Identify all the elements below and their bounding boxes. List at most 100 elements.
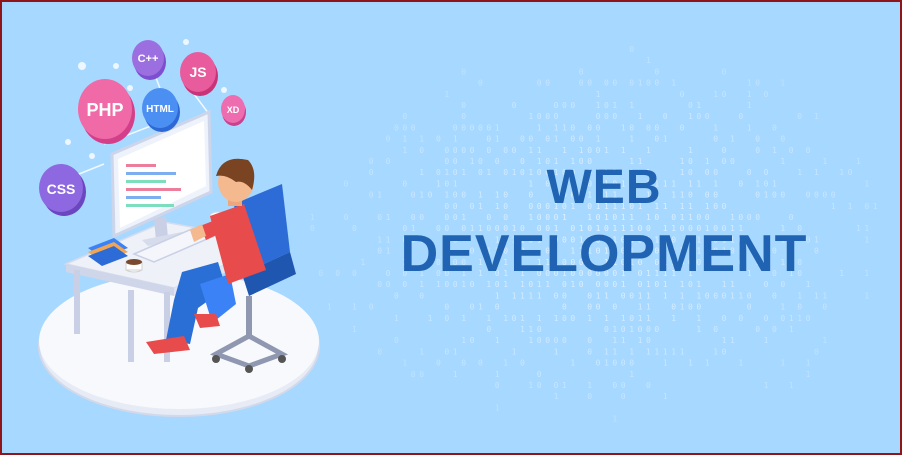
binary-digit: 1 xyxy=(797,291,802,300)
binary-digit: 1 xyxy=(638,314,643,323)
binary-digit: 1 xyxy=(596,101,601,110)
binary-digit: 1 xyxy=(562,146,567,155)
binary-digit: 1 xyxy=(612,347,617,356)
binary-digit: 0 xyxy=(646,325,651,334)
binary-digit: 1 xyxy=(713,123,718,132)
binary-digit: 0 xyxy=(772,291,777,300)
binary-digit: 1 xyxy=(696,314,701,323)
binary-digit: 0 xyxy=(545,336,550,345)
banner-canvas: 0100000000000010011011101010000001011011… xyxy=(4,4,900,453)
binary-digit: 1 xyxy=(528,291,533,300)
binary-digit: 1 xyxy=(495,291,500,300)
xd-badge-label: XD xyxy=(227,105,240,115)
binary-digit: 1 xyxy=(696,291,701,300)
binary-digit: 0 xyxy=(646,336,651,345)
binary-digit: 1 xyxy=(663,291,668,300)
binary-digit: 1 xyxy=(537,146,542,155)
binary-digit: 1 xyxy=(629,370,634,379)
binary-digit: 1 xyxy=(537,291,542,300)
binary-digit: 0 xyxy=(470,303,475,312)
binary-digit: 1 xyxy=(621,123,626,132)
binary-digit: 0 xyxy=(621,325,626,334)
binary-digit: 0 xyxy=(486,123,491,132)
binary-digit: 0 xyxy=(461,112,466,121)
banner-title-line2: DEVELOPMENT xyxy=(400,225,808,283)
binary-digit: 0 xyxy=(621,381,626,390)
binary-digit: 1 xyxy=(730,135,735,144)
binary-digit: 1 xyxy=(419,135,424,144)
binary-digit: 0 xyxy=(596,359,601,368)
binary-digit: 1 xyxy=(671,79,676,88)
binary-digit: 1 xyxy=(772,146,777,155)
binary-digit: 0 xyxy=(604,79,609,88)
binary-digit: 0 xyxy=(562,336,567,345)
binary-digit: 0 xyxy=(394,123,399,132)
binary-digit: 1 xyxy=(612,336,617,345)
binary-digit: 0 xyxy=(654,325,659,334)
binary-digit: 1 xyxy=(730,336,735,345)
binary-digit: 1 xyxy=(562,123,567,132)
binary-digit: 1 xyxy=(856,157,861,166)
binary-digit: 0 xyxy=(545,112,550,121)
binary-digit: 0 xyxy=(604,112,609,121)
binary-digit: 1 xyxy=(738,291,743,300)
binary-digit: 1 xyxy=(604,359,609,368)
binary-digit: 0 xyxy=(587,303,592,312)
binary-digit: 0 xyxy=(537,370,542,379)
binary-digit: 0 xyxy=(629,359,634,368)
binary-digit: 1 xyxy=(596,135,601,144)
binary-digit: 0 xyxy=(461,146,466,155)
binary-digit: 0 xyxy=(680,90,685,99)
binary-digit: 1 xyxy=(554,392,559,401)
binary-digit: 1 xyxy=(747,123,752,132)
binary-digit: 0 xyxy=(587,392,592,401)
binary-digit: 0 xyxy=(621,291,626,300)
binary-digit: 0 xyxy=(570,123,575,132)
binary-digit: 1 xyxy=(554,135,559,144)
binary-digit: 0 xyxy=(579,67,584,76)
binary-digit: 1 xyxy=(486,314,491,323)
binary-digit: 1 xyxy=(806,359,811,368)
binary-digit: 1 xyxy=(646,56,651,65)
binary-digit: 0 xyxy=(470,146,475,155)
binary-digit: 1 xyxy=(680,303,685,312)
binary-digit: 1 xyxy=(663,392,668,401)
binary-digit: 1 xyxy=(864,235,869,244)
binary-digit: 0 xyxy=(461,101,466,110)
binary-digit: 0 xyxy=(537,336,542,345)
binary-digit: 1 xyxy=(646,347,651,356)
binary-digit: 0 xyxy=(444,347,449,356)
binary-digit: 0 xyxy=(470,336,475,345)
binary-digit: 1 xyxy=(797,314,802,323)
binary-digit: 0 xyxy=(461,67,466,76)
binary-digit: 1 xyxy=(537,123,542,132)
binary-digit: 1 xyxy=(444,90,449,99)
binary-digit: 0 xyxy=(596,123,601,132)
binary-digit: 0 xyxy=(780,135,785,144)
binary-digit: 1 xyxy=(528,146,533,155)
html-badge-label: HTML xyxy=(146,104,174,115)
binary-digit: 0 xyxy=(789,146,794,155)
binary-digit: 0 xyxy=(587,123,592,132)
binary-digit: 0 xyxy=(688,303,693,312)
binary-digit: 0 xyxy=(596,303,601,312)
binary-digit: 0 xyxy=(528,135,533,144)
binary-digit: 0 xyxy=(545,135,550,144)
binary-digit: 0 xyxy=(738,112,743,121)
binary-digit: 0 xyxy=(495,381,500,390)
binary-digit: 0 xyxy=(713,325,718,334)
binary-digit: 1 xyxy=(453,370,458,379)
binary-digit: 0 xyxy=(772,123,777,132)
binary-digit: 0 xyxy=(570,135,575,144)
binary-digit: 0 xyxy=(646,123,651,132)
binary-digit: 0 xyxy=(470,123,475,132)
binary-digit: 0 xyxy=(604,325,609,334)
binary-digit: 0 xyxy=(554,381,559,390)
binary-digit: 1 xyxy=(722,336,727,345)
binary-digit: 0 xyxy=(411,123,416,132)
binary-digit: 1 xyxy=(696,101,701,110)
binary-digit: 1 xyxy=(520,325,525,334)
binary-digit: 0 xyxy=(604,101,609,110)
binary-digit: 1 xyxy=(671,314,676,323)
binary-digit: 0 xyxy=(797,303,802,312)
